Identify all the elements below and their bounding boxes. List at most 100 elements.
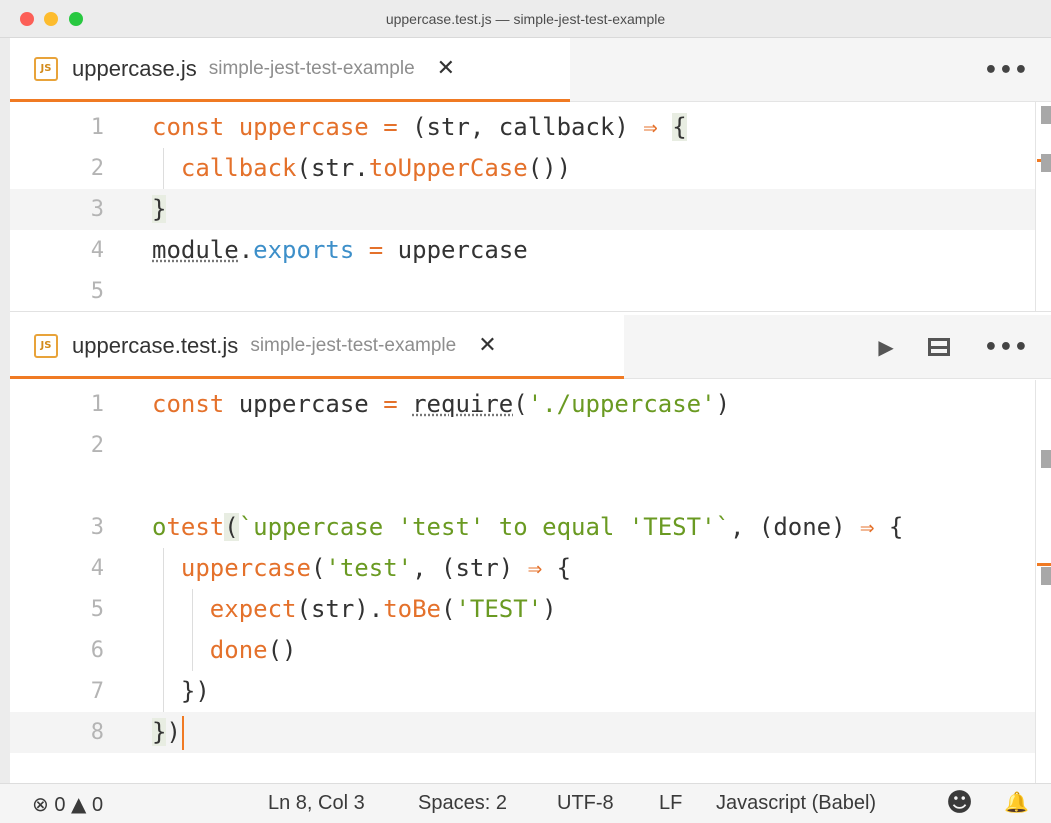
code-line[interactable]: 4 module.exports = uppercase [10, 230, 1035, 271]
ruler-mark [1041, 450, 1051, 468]
code-line[interactable]: 3 otest(`uppercase 'test' to equal 'TEST'… [10, 507, 1035, 548]
code-token: ( [310, 554, 326, 582]
code-line[interactable]: 1 const uppercase = (str, callback) ⇒ { [10, 107, 1035, 148]
feedback-smiley-icon[interactable]: ☻ [946, 788, 973, 818]
line-number: 7 [90, 679, 104, 704]
code-token: ( [513, 390, 528, 418]
code-token: uppercase [224, 390, 384, 418]
editor-uppercase-test-js[interactable]: 1 const uppercase = require('./uppercase'… [10, 380, 1051, 783]
code-token: `uppercase 'test' to equal 'TEST'` [238, 513, 730, 541]
line-number: 4 [90, 556, 104, 581]
code-token: ) [166, 718, 181, 746]
code-token: ⇒ [860, 513, 875, 541]
code-token: (str. [296, 154, 369, 182]
pane2-tabbar: JS uppercase.test.js simple-jest-test-ex… [10, 315, 1051, 379]
tab-uppercase-test-js[interactable]: JS uppercase.test.js simple-jest-test-ex… [10, 315, 624, 379]
tab-uppercase-js[interactable]: JS uppercase.js simple-jest-test-example… [10, 38, 570, 102]
js-file-icon: JS [34, 56, 58, 81]
line-number: 2 [90, 156, 104, 181]
code-token: const [152, 113, 225, 141]
code-text: const uppercase = (str, callback) ⇒ { [152, 107, 687, 148]
file-encoding[interactable]: UTF-8 [557, 792, 614, 815]
code-token: module [152, 236, 239, 264]
tab-folder: simple-jest-test-example [250, 334, 457, 356]
line-ending[interactable]: LF [659, 792, 682, 815]
code-token: ⇒ [643, 113, 658, 141]
ruler-mark [1041, 154, 1051, 172]
code-token: = [383, 390, 398, 418]
code-token: 'TEST' [455, 595, 543, 623]
code-token: o [152, 513, 167, 541]
code-token: { [542, 554, 572, 582]
status-bar: ⊗ 0 ▲ 0 Ln 8, Col 3 Spaces: 2 UTF-8 LF J… [0, 783, 1051, 823]
problems-indicator[interactable]: ⊗ 0 ▲ 0 [32, 792, 103, 817]
code-token: } [152, 718, 167, 746]
ruler-mark [1041, 567, 1051, 585]
code-line[interactable]: 1 const uppercase = require('./uppercase'… [10, 384, 1035, 425]
code-token: = [368, 236, 384, 264]
indent-guide [163, 548, 164, 712]
code-token: toUpperCase [368, 154, 528, 182]
code-token: { [874, 513, 904, 541]
js-file-icon: JS [34, 333, 58, 358]
run-test-icon[interactable]: ▶ [878, 335, 893, 359]
code-token: ⇒ [527, 554, 543, 582]
error-count: 0 [54, 794, 66, 816]
left-edge [0, 38, 10, 783]
language-mode[interactable]: Javascript (Babel) [716, 792, 876, 815]
tab-close-icon[interactable]: ✕ [437, 56, 455, 81]
warning-count: 0 [91, 794, 104, 816]
indentation-setting[interactable]: Spaces: 2 [418, 792, 507, 815]
notifications-bell-icon[interactable]: 🔔 [1004, 790, 1029, 814]
code-token: toBe [383, 595, 441, 623]
code-token: ()) [527, 154, 572, 182]
indent-guide [163, 148, 164, 189]
window-titlebar: uppercase.test.js — simple-jest-test-exa… [0, 0, 1051, 38]
code-token: callback [180, 154, 297, 182]
code-token: './uppercase' [527, 390, 716, 418]
line-number: 6 [90, 638, 104, 663]
pane-separator [10, 311, 1051, 312]
code-line[interactable]: 2 [10, 425, 1035, 466]
tab-filename: uppercase.test.js [72, 332, 239, 358]
code-token: exports [253, 236, 355, 264]
error-icon: ⊗ [32, 792, 49, 816]
code-token: . [238, 236, 254, 264]
line-number: 4 [90, 238, 104, 263]
code-token: ) [715, 390, 731, 418]
editor-uppercase-js[interactable]: 1 const uppercase = (str, callback) ⇒ {2 … [10, 102, 1051, 311]
code-token: ( [224, 513, 239, 541]
tab-close-icon[interactable]: ✕ [478, 333, 496, 358]
code-token: ) [542, 595, 557, 623]
code-text: module.exports = uppercase [152, 230, 528, 271]
more-actions-icon[interactable]: ••• [984, 58, 1029, 83]
cursor-position[interactable]: Ln 8, Col 3 [268, 792, 365, 815]
window-title: uppercase.test.js — simple-jest-test-exa… [385, 11, 666, 27]
tab-filename: uppercase.js [72, 55, 197, 81]
split-editor-icon[interactable] [927, 338, 950, 356]
code-token: () [267, 636, 297, 664]
overview-ruler [1035, 380, 1036, 783]
overview-ruler [1035, 102, 1036, 311]
code-line[interactable]: 8}) [10, 712, 1035, 753]
more-actions-icon[interactable]: ••• [984, 335, 1029, 360]
code-text: uppercase('test', (str) ⇒ { [152, 548, 571, 589]
code-token: done [209, 636, 268, 664]
pane1-actions: ••• [984, 38, 1051, 102]
text-cursor [181, 716, 184, 750]
code-token: , (str) [412, 554, 528, 582]
code-token: (str, callback) [397, 113, 644, 141]
line-number: 2 [90, 433, 104, 458]
code-token: require [412, 390, 514, 418]
code-token: 'test' [325, 554, 413, 582]
code-text: const uppercase = require('./uppercase') [152, 384, 730, 425]
code-line[interactable]: 5 [10, 271, 1035, 311]
code-token: const [152, 390, 225, 418]
code-line[interactable]: 3} [10, 189, 1035, 230]
